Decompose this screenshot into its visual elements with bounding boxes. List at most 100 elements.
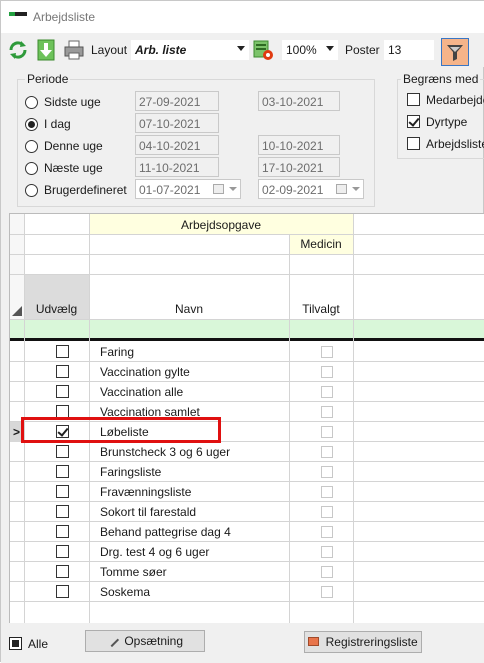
custom-to-date-picker[interactable]: 02-09-2021 (258, 179, 364, 199)
table-row[interactable] (24, 382, 484, 402)
title-bar: Arbejdsliste (1, 1, 484, 33)
radio-naeste-uge[interactable] (25, 162, 38, 175)
table-row[interactable] (24, 562, 484, 582)
zoom-select[interactable]: 100% (281, 39, 339, 61)
poster-count: 13 (383, 39, 435, 61)
checkbox-label-arbejdsliste: Arbejdsliste (426, 137, 484, 151)
radio-sidste-uge[interactable] (25, 96, 38, 109)
registreringsliste-label: Registreringsliste (325, 635, 418, 649)
udvaelg-checkbox[interactable] (56, 525, 69, 538)
tilvalgt-checkbox[interactable] (321, 546, 333, 558)
header-separator (10, 338, 484, 341)
zoom-value: 100% (286, 43, 317, 57)
udvaelg-checkbox[interactable] (56, 365, 69, 378)
calendar-icon[interactable] (336, 184, 347, 194)
sort-triangle-icon (12, 306, 22, 316)
custom-from-date-value: 01-07-2021 (139, 183, 201, 197)
udvaelg-checkbox[interactable] (56, 505, 69, 518)
tilvalgt-column-header[interactable]: Tilvalgt (289, 302, 353, 316)
chevron-down-icon (237, 46, 245, 51)
udvaelg-checkbox[interactable] (56, 345, 69, 358)
tilvalgt-checkbox[interactable] (321, 526, 333, 538)
radio-label-brugerdefineret: Brugerdefineret (44, 183, 127, 197)
radio-brugerdefineret[interactable] (25, 184, 38, 197)
task-name: Drg. test 4 og 6 uger (100, 545, 210, 559)
grid-line (10, 319, 484, 320)
tilvalgt-checkbox[interactable] (321, 446, 333, 458)
udvaelg-checkbox[interactable] (56, 385, 69, 398)
task-name: Sokort til farestald (100, 505, 197, 519)
filter-row[interactable] (10, 319, 484, 338)
download-icon[interactable] (35, 39, 57, 61)
task-name: Tomme søer (100, 565, 167, 579)
layout-value: Arb. liste (135, 43, 187, 57)
tilvalgt-checkbox[interactable] (321, 506, 333, 518)
layout-select[interactable]: Arb. liste (130, 39, 250, 61)
chevron-down-icon[interactable] (352, 187, 360, 191)
task-name: Faring (100, 345, 135, 359)
table-row[interactable] (24, 462, 484, 482)
table-row[interactable] (24, 482, 484, 502)
registreringsliste-icon (308, 637, 320, 646)
print-icon[interactable] (63, 39, 85, 61)
table-row[interactable] (24, 542, 484, 562)
udvaelg-checkbox[interactable] (56, 485, 69, 498)
table-row[interactable] (24, 442, 484, 462)
refresh-icon[interactable] (7, 39, 29, 61)
tilvalgt-checkbox[interactable] (321, 406, 333, 418)
bottom-bar: Alle Opsætning Registreringsliste (1, 623, 484, 663)
opsaetning-label: Opsætning (124, 634, 184, 648)
table-row[interactable] (24, 502, 484, 522)
to-date-denne-uge: 10-10-2021 (258, 135, 340, 155)
table-row[interactable] (24, 342, 484, 362)
table-row[interactable] (24, 362, 484, 382)
tilvalgt-checkbox[interactable] (321, 586, 333, 598)
udvaelg-checkbox[interactable] (56, 465, 69, 478)
table-row[interactable] (24, 522, 484, 542)
custom-to-date-value: 02-09-2021 (262, 183, 324, 197)
checkbox-dyrtype[interactable] (407, 115, 420, 128)
navn-column-header[interactable]: Navn (89, 302, 289, 316)
app-icon (9, 12, 27, 20)
chevron-down-icon[interactable] (229, 187, 237, 191)
checkbox-medarbejder[interactable] (407, 93, 420, 106)
tilvalgt-checkbox[interactable] (321, 386, 333, 398)
tilvalgt-checkbox[interactable] (321, 426, 333, 438)
opsaetning-button[interactable]: Opsætning (85, 630, 205, 652)
filter-icon (447, 45, 463, 61)
tilvalgt-checkbox[interactable] (321, 346, 333, 358)
calendar-icon[interactable] (213, 184, 224, 194)
registreringsliste-button[interactable]: Registreringsliste (304, 631, 422, 653)
medicin-sub-header: Medicin (289, 234, 353, 254)
udvaelg-column-header[interactable]: Udvælg (24, 302, 89, 316)
layout-settings-icon[interactable] (252, 39, 274, 61)
radio-label-naeste-uge: Næste uge (44, 161, 103, 175)
chevron-down-icon (326, 46, 334, 51)
task-name: Vaccination gylte (100, 365, 190, 379)
tilvalgt-checkbox[interactable] (321, 466, 333, 478)
arbejdsopgave-group-header: Arbejdsopgave (89, 214, 353, 234)
highlight-lobeliste (21, 417, 221, 443)
radio-label-i-dag: I dag (44, 117, 71, 131)
alle-checkbox[interactable] (9, 637, 22, 650)
radio-i-dag[interactable] (25, 118, 38, 131)
table-row[interactable] (24, 582, 484, 602)
udvaelg-checkbox[interactable] (56, 545, 69, 558)
radio-denne-uge[interactable] (25, 140, 38, 153)
tilvalgt-checkbox[interactable] (321, 486, 333, 498)
checkbox-arbejdsliste[interactable] (407, 137, 420, 150)
filter-button[interactable] (441, 38, 469, 66)
udvaelg-checkbox[interactable] (56, 585, 69, 598)
task-name: Vaccination alle (100, 385, 184, 399)
task-name: Brunstcheck 3 og 6 uger (100, 445, 231, 459)
to-date-sidste-uge: 03-10-2021 (258, 91, 340, 111)
custom-from-date-picker[interactable]: 01-07-2021 (135, 179, 241, 199)
radio-label-sidste-uge: Sidste uge (44, 95, 101, 109)
udvaelg-checkbox[interactable] (56, 565, 69, 578)
to-date-naeste-uge: 17-10-2021 (258, 157, 340, 177)
tilvalgt-checkbox[interactable] (321, 366, 333, 378)
arbejdsopgave-label: Arbejdsopgave (180, 218, 262, 232)
tilvalgt-checkbox[interactable] (321, 566, 333, 578)
udvaelg-checkbox[interactable] (56, 445, 69, 458)
from-date-denne-uge: 04-10-2021 (135, 135, 219, 155)
